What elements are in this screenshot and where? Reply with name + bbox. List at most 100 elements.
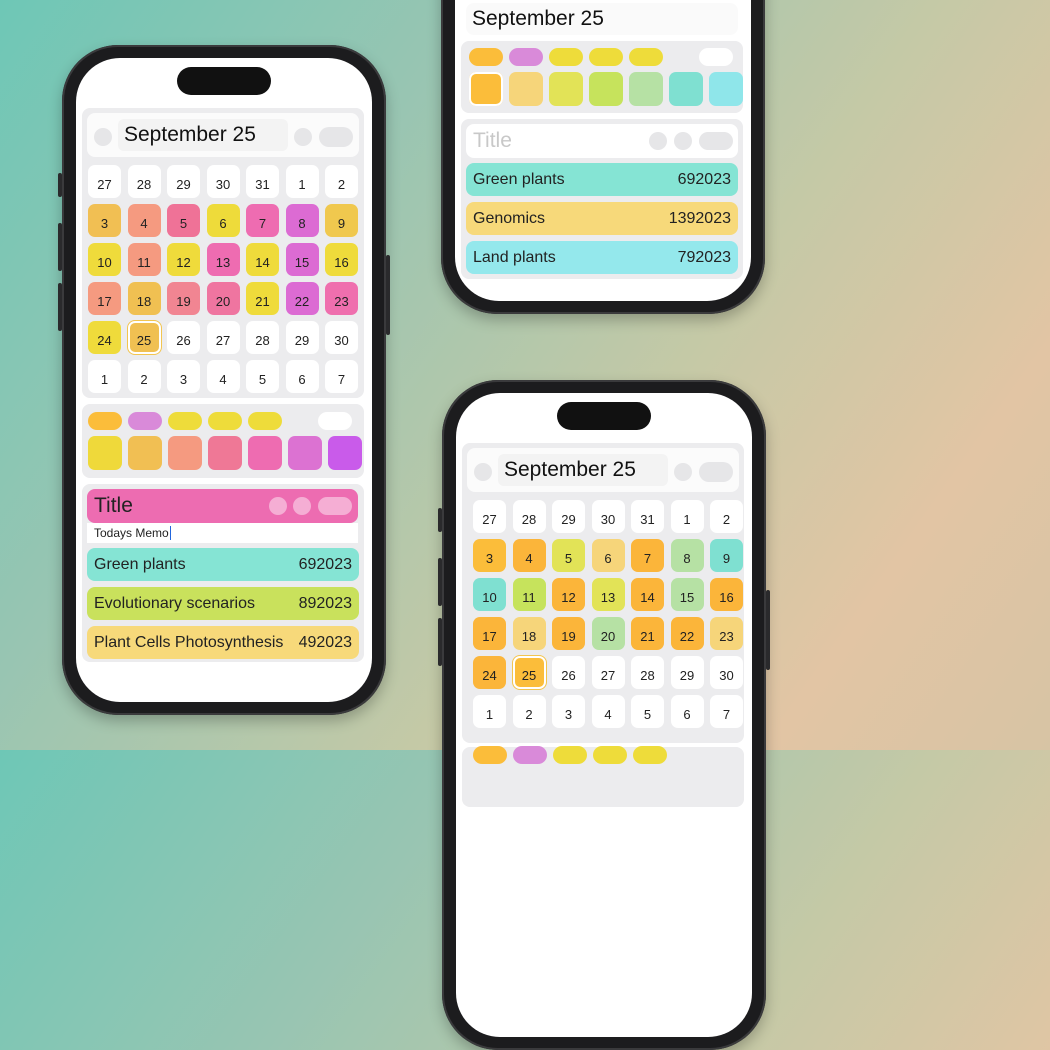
color-swatch[interactable] — [288, 436, 322, 470]
calendar-day[interactable]: 6 — [206, 204, 240, 237]
color-swatch[interactable] — [549, 72, 583, 106]
calendar-day[interactable]: 30 — [206, 165, 240, 198]
tag-color-swatch[interactable] — [168, 412, 202, 430]
memo-action-3[interactable] — [699, 132, 733, 150]
calendar-day[interactable]: 5 — [246, 360, 279, 393]
tag-color-swatch[interactable] — [553, 746, 587, 764]
color-swatch[interactable] — [709, 72, 743, 106]
calendar-day[interactable]: 4 — [591, 695, 625, 728]
today-button[interactable] — [699, 462, 733, 482]
calendar-day[interactable]: 1 — [88, 360, 121, 393]
calendar-day[interactable]: 21 — [631, 617, 664, 650]
tag-color-swatch[interactable] — [248, 412, 282, 430]
calendar-day[interactable]: 16 — [710, 578, 743, 611]
color-swatch[interactable] — [629, 72, 663, 106]
color-swatch[interactable] — [469, 72, 503, 106]
calendar-day[interactable]: 14 — [631, 578, 664, 611]
tag-color-swatch[interactable] — [593, 746, 627, 764]
calendar-day[interactable]: 28 — [512, 500, 546, 533]
calendar-day[interactable]: 12 — [552, 578, 585, 611]
tag-color-swatch[interactable] — [128, 412, 162, 430]
calendar-day[interactable]: 28 — [246, 321, 279, 354]
calendar-day[interactable]: 15 — [670, 578, 704, 611]
calendar-day[interactable]: 29 — [285, 321, 319, 354]
calendar-day[interactable]: 9 — [325, 204, 358, 237]
prev-month-button[interactable] — [474, 463, 492, 481]
memo-item[interactable]: Evolutionary scenarios 892023 — [87, 587, 359, 620]
calendar-day[interactable]: 10 — [88, 243, 121, 276]
calendar-day[interactable]: 3 — [167, 360, 200, 393]
memo-item[interactable]: Genomics 1392023 — [466, 202, 738, 235]
today-button[interactable] — [319, 127, 353, 147]
calendar-day[interactable]: 13 — [591, 578, 625, 611]
calendar-day[interactable]: 20 — [591, 617, 625, 650]
memo-text-field[interactable]: Todays Memo — [87, 523, 358, 543]
calendar-day[interactable]: 2 — [127, 360, 161, 393]
palette-option-pill[interactable] — [318, 412, 352, 430]
memo-action-3[interactable] — [318, 497, 352, 515]
tag-color-swatch[interactable] — [208, 412, 242, 430]
calendar-day[interactable]: 5 — [552, 539, 585, 572]
memo-action-1[interactable] — [269, 497, 287, 515]
calendar-day[interactable]: 18 — [512, 617, 546, 650]
calendar-day[interactable]: 5 — [631, 695, 664, 728]
tag-color-swatch[interactable] — [509, 48, 543, 66]
calendar-day[interactable]: 7 — [710, 695, 743, 728]
calendar-day[interactable]: 11 — [127, 243, 161, 276]
calendar-day[interactable]: 21 — [246, 282, 279, 315]
calendar-day[interactable]: 31 — [246, 165, 279, 198]
calendar-day[interactable]: 27 — [591, 656, 625, 689]
tag-color-swatch[interactable] — [589, 48, 623, 66]
calendar-day[interactable]: 19 — [552, 617, 585, 650]
prev-month-button[interactable] — [94, 128, 112, 146]
calendar-day[interactable]: 3 — [473, 539, 506, 572]
calendar-day-selected[interactable]: 25 — [127, 321, 161, 354]
memo-item[interactable]: Land plants 792023 — [466, 241, 738, 274]
memo-action-1[interactable] — [649, 132, 667, 150]
calendar-day[interactable]: 29 — [167, 165, 200, 198]
calendar-day[interactable]: 2 — [512, 695, 546, 728]
calendar-day-selected[interactable]: 25 — [512, 656, 546, 689]
calendar-day[interactable]: 18 — [127, 282, 161, 315]
calendar-day[interactable]: 10 — [473, 578, 506, 611]
calendar-day[interactable]: 12 — [167, 243, 200, 276]
calendar-day[interactable]: 14 — [246, 243, 279, 276]
calendar-day[interactable]: 1 — [473, 695, 506, 728]
calendar-day[interactable]: 3 — [88, 204, 121, 237]
calendar-day[interactable]: 17 — [473, 617, 506, 650]
calendar-day[interactable]: 29 — [670, 656, 704, 689]
calendar-day[interactable]: 9 — [710, 539, 743, 572]
memo-title-bar[interactable]: Title — [466, 124, 738, 158]
color-swatch[interactable] — [509, 72, 543, 106]
calendar-day[interactable]: 6 — [591, 539, 625, 572]
calendar-day[interactable]: 17 — [88, 282, 121, 315]
calendar-day[interactable]: 15 — [285, 243, 319, 276]
memo-item[interactable]: Plant Cells Photosynthesis 492023 — [87, 626, 359, 659]
calendar-day[interactable]: 8 — [285, 204, 319, 237]
color-swatch[interactable] — [168, 436, 202, 470]
calendar-day[interactable]: 29 — [552, 500, 585, 533]
color-swatch[interactable] — [208, 436, 242, 470]
calendar-day[interactable]: 4 — [206, 360, 240, 393]
color-swatch[interactable] — [589, 72, 623, 106]
calendar-day[interactable]: 23 — [710, 617, 743, 650]
color-swatch[interactable] — [328, 436, 362, 470]
memo-action-2[interactable] — [293, 497, 311, 515]
color-swatch[interactable] — [128, 436, 162, 470]
calendar-day[interactable]: 1 — [285, 165, 319, 198]
next-month-button[interactable] — [674, 463, 692, 481]
memo-title-bar[interactable]: Title — [87, 489, 358, 523]
tag-color-swatch[interactable] — [473, 746, 507, 764]
calendar-day[interactable]: 26 — [552, 656, 585, 689]
calendar-day[interactable]: 5 — [167, 204, 200, 237]
calendar-day[interactable]: 1 — [670, 500, 704, 533]
calendar-day[interactable]: 4 — [512, 539, 546, 572]
calendar-day[interactable]: 2 — [710, 500, 743, 533]
next-month-button[interactable] — [294, 128, 312, 146]
calendar-day[interactable]: 30 — [591, 500, 625, 533]
calendar-day[interactable]: 23 — [325, 282, 358, 315]
memo-item[interactable]: Green plants 692023 — [87, 548, 359, 581]
calendar-day[interactable]: 31 — [631, 500, 664, 533]
tag-color-swatch[interactable] — [633, 746, 667, 764]
memo-item[interactable]: Green plants 692023 — [466, 163, 738, 196]
